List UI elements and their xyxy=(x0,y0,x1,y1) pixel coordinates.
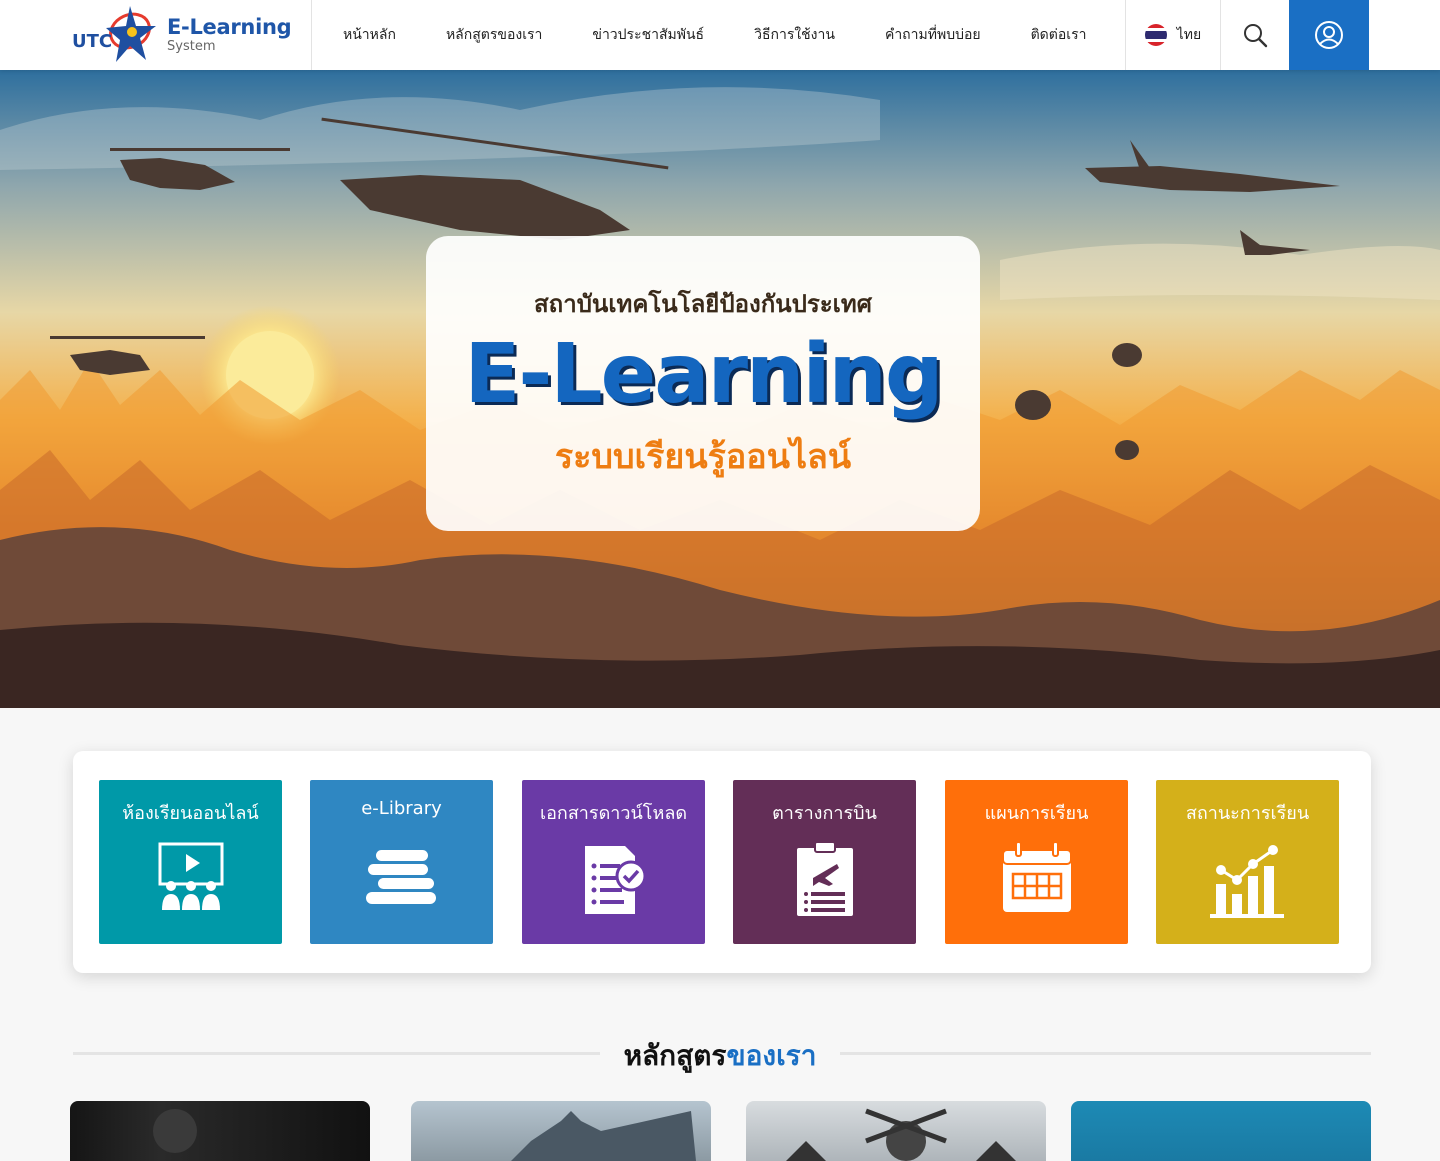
nav-news[interactable]: ข่าวประชาสัมพันธ์ xyxy=(567,24,729,46)
utc-logo-icon: UTC xyxy=(72,6,156,62)
nav-home[interactable]: หน้าหลัก xyxy=(318,24,421,46)
user-login-button[interactable] xyxy=(1289,0,1369,70)
course-card[interactable] xyxy=(411,1101,711,1161)
menu-document-download-label: เอกสารดาวน์โหลด xyxy=(539,803,688,824)
progress-chart-icon xyxy=(1209,845,1284,918)
menu-flight-schedule[interactable]: ตารางการบิน xyxy=(733,780,916,944)
menu-online-classroom[interactable]: ห้องเรียนออนไลน์ xyxy=(99,780,282,944)
course-thumbnail-image xyxy=(786,1108,1016,1161)
site-logo[interactable]: UTC E-Learning System xyxy=(70,0,312,70)
logo-subtitle: System xyxy=(167,39,216,54)
user-icon xyxy=(1315,21,1343,49)
document-check-icon xyxy=(584,846,646,914)
course-thumbnail-image xyxy=(1071,1101,1371,1161)
course-card[interactable] xyxy=(746,1101,1046,1161)
course-card[interactable] xyxy=(70,1101,370,1161)
calendar-icon xyxy=(1001,842,1072,912)
menu-study-plan-label: แผนการเรียน xyxy=(984,803,1089,824)
section-divider-left xyxy=(73,1052,600,1055)
menu-study-plan[interactable]: แผนการเรียน xyxy=(945,780,1128,944)
menu-study-status[interactable]: สถานะการเรียน xyxy=(1156,780,1339,944)
language-label: ไทย xyxy=(1176,27,1202,43)
site-header: UTC E-Learning System หน้าหลัก หลักสูตรข… xyxy=(0,0,1440,70)
hero-subtitle: ระบบเรียนรู้ออนไลน์ xyxy=(554,437,852,477)
section-title-part1: หลักสูตร xyxy=(623,1039,727,1072)
nav-courses[interactable]: หลักสูตรของเรา xyxy=(421,24,567,46)
thai-flag-icon xyxy=(1144,24,1167,46)
course-card[interactable] xyxy=(1071,1101,1371,1161)
section-title-courses: หลักสูตรของเรา xyxy=(600,1034,840,1078)
nav-contact[interactable]: ติดต่อเรา xyxy=(1006,24,1112,46)
course-thumbnail-image xyxy=(153,1109,197,1153)
menu-e-library[interactable]: e-Library xyxy=(310,780,493,944)
section-divider-right xyxy=(840,1052,1371,1055)
logo-title: E-Learning xyxy=(167,15,292,39)
hero-title-card: สถาบันเทคโนโลยีป้องกันประเทศ E-Learning … xyxy=(426,236,980,531)
search-button[interactable] xyxy=(1221,0,1289,70)
hero-institute-name: สถาบันเทคโนโลยีป้องกันประเทศ xyxy=(534,290,872,318)
search-icon xyxy=(1244,24,1268,48)
hero-main-title: E-Learning xyxy=(464,327,943,422)
flight-schedule-icon xyxy=(796,842,853,916)
menu-e-library-label: e-Library xyxy=(361,798,442,819)
language-switcher[interactable]: ไทย xyxy=(1125,0,1221,70)
main-nav: หน้าหลัก หลักสูตรของเรา ข่าวประชาสัมพันธ… xyxy=(318,0,1111,70)
books-icon xyxy=(365,850,436,904)
quick-menu-panel: ห้องเรียนออนไลน์ e-Library เอกสารดาวน์โห… xyxy=(73,751,1371,973)
nav-faq[interactable]: คำถามที่พบบ่อย xyxy=(860,24,1006,46)
logo-utc-text: UTC xyxy=(72,31,112,52)
menu-online-classroom-label: ห้องเรียนออนไลน์ xyxy=(122,803,259,824)
hero-banner: สถาบันเทคโนโลยีป้องกันประเทศ E-Learning … xyxy=(0,70,1440,708)
nav-how-to[interactable]: วิธีการใช้งาน xyxy=(729,24,860,46)
course-thumbnail-image xyxy=(511,1111,696,1161)
menu-document-download[interactable]: เอกสารดาวน์โหลด xyxy=(522,780,705,944)
menu-flight-schedule-label: ตารางการบิน xyxy=(772,803,877,824)
section-title-part2: ของเรา xyxy=(726,1039,817,1072)
classroom-icon xyxy=(158,842,223,910)
menu-study-status-label: สถานะการเรียน xyxy=(1185,803,1310,824)
